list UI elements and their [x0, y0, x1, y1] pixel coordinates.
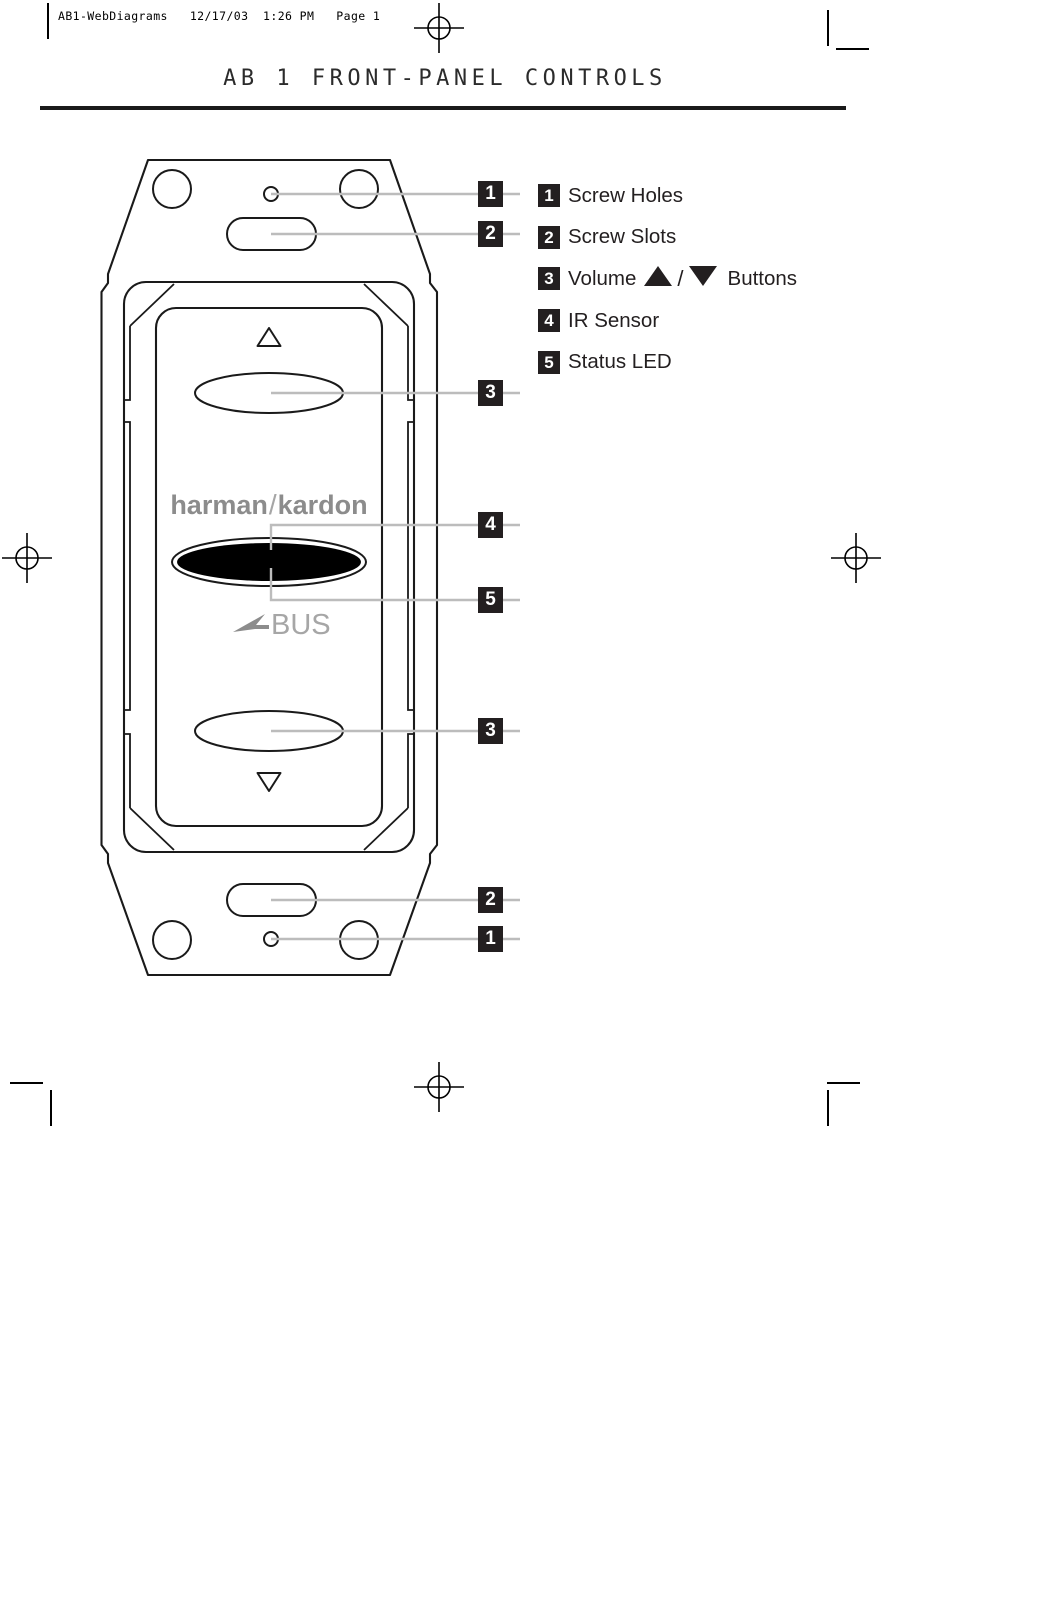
- callout-badge-1-top: 1: [478, 181, 503, 207]
- legend-badge-2: 2: [538, 225, 560, 249]
- legend-badge-1: 1: [538, 184, 560, 208]
- callout-badge-2-bottom: 2: [478, 887, 503, 913]
- legend-label-volume-suffix: Buttons: [727, 266, 798, 290]
- legend-item-screw-slots: 2 Screw Slots: [538, 217, 1008, 259]
- legend-label-volume-prefix: Volume: [568, 266, 637, 290]
- brand-logo-primary: harman: [170, 490, 268, 520]
- crop-mark-bottom-left-vertical: [50, 1090, 52, 1126]
- legend-label-screw-holes: Screw Holes: [568, 183, 684, 207]
- triangle-down-icon: [688, 265, 717, 292]
- crop-mark-top-right-horizontal: [836, 48, 869, 50]
- legend-badge-4: 4: [538, 309, 560, 333]
- legend-item-volume-buttons: 3 Volume / Buttons: [538, 258, 1008, 300]
- legend-separator: /: [677, 265, 684, 291]
- brand-logo-secondary: kardon: [278, 490, 368, 520]
- brand-logo: harman/kardon: [170, 489, 367, 520]
- registration-mark-left: [2, 533, 52, 583]
- crop-mark-bottom-right-vertical: [827, 1090, 829, 1126]
- print-page: AB1-WebDiagrams 12/17/03 1:26 PM Page 1 …: [0, 0, 1037, 1600]
- ir-sensor: [177, 543, 361, 581]
- callout-badge-4: 4: [478, 512, 503, 538]
- registration-mark-top: [414, 3, 464, 53]
- legend-item-ir-sensor: 4 IR Sensor: [538, 300, 1008, 342]
- callout-badge-3-bottom: 3: [478, 718, 503, 744]
- mounting-hole-top-left: [152, 169, 192, 209]
- slug-text: AB1-WebDiagrams 12/17/03 1:26 PM Page 1: [58, 9, 381, 23]
- page-title: AB 1 FRONT-PANEL CONTROLS: [223, 66, 667, 91]
- front-panel-drawing: harman/kardon BUS: [100, 158, 520, 977]
- mounting-hole-bottom-left: [152, 920, 192, 960]
- brand-logo-separator: /: [269, 489, 277, 520]
- crop-mark-bottom-right-horizontal: [827, 1082, 860, 1084]
- legend-item-status-led: 5 Status LED: [538, 341, 1008, 383]
- callout-badge-3-top: 3: [478, 380, 503, 406]
- crop-mark-top-right-vertical: [827, 10, 829, 46]
- legend-label-status-led: Status LED: [568, 350, 672, 374]
- registration-mark-bottom: [414, 1062, 464, 1112]
- registration-mark-right: [831, 533, 881, 583]
- triangle-up-icon: [644, 265, 673, 292]
- abus-logo-text: BUS: [271, 609, 331, 641]
- callout-badge-1-bottom: 1: [478, 926, 503, 952]
- legend-label-volume-buttons: Volume / Buttons: [568, 265, 798, 292]
- legend-badge-3: 3: [538, 267, 560, 291]
- mounting-hole-top-right: [339, 169, 379, 209]
- legend-badge-5: 5: [538, 350, 560, 374]
- legend-label-screw-slots: Screw Slots: [568, 225, 677, 249]
- callout-badge-2-top: 2: [478, 221, 503, 247]
- callout-badge-5: 5: [478, 587, 503, 613]
- legend-list: 1 Screw Holes 2 Screw Slots 3 Volume / B…: [538, 175, 1008, 383]
- title-rule: [40, 106, 846, 110]
- legend-item-screw-holes: 1 Screw Holes: [538, 175, 1008, 217]
- slug-rule: [47, 3, 49, 39]
- legend-label-ir-sensor: IR Sensor: [568, 308, 660, 332]
- crop-mark-bottom-left-horizontal: [10, 1082, 43, 1084]
